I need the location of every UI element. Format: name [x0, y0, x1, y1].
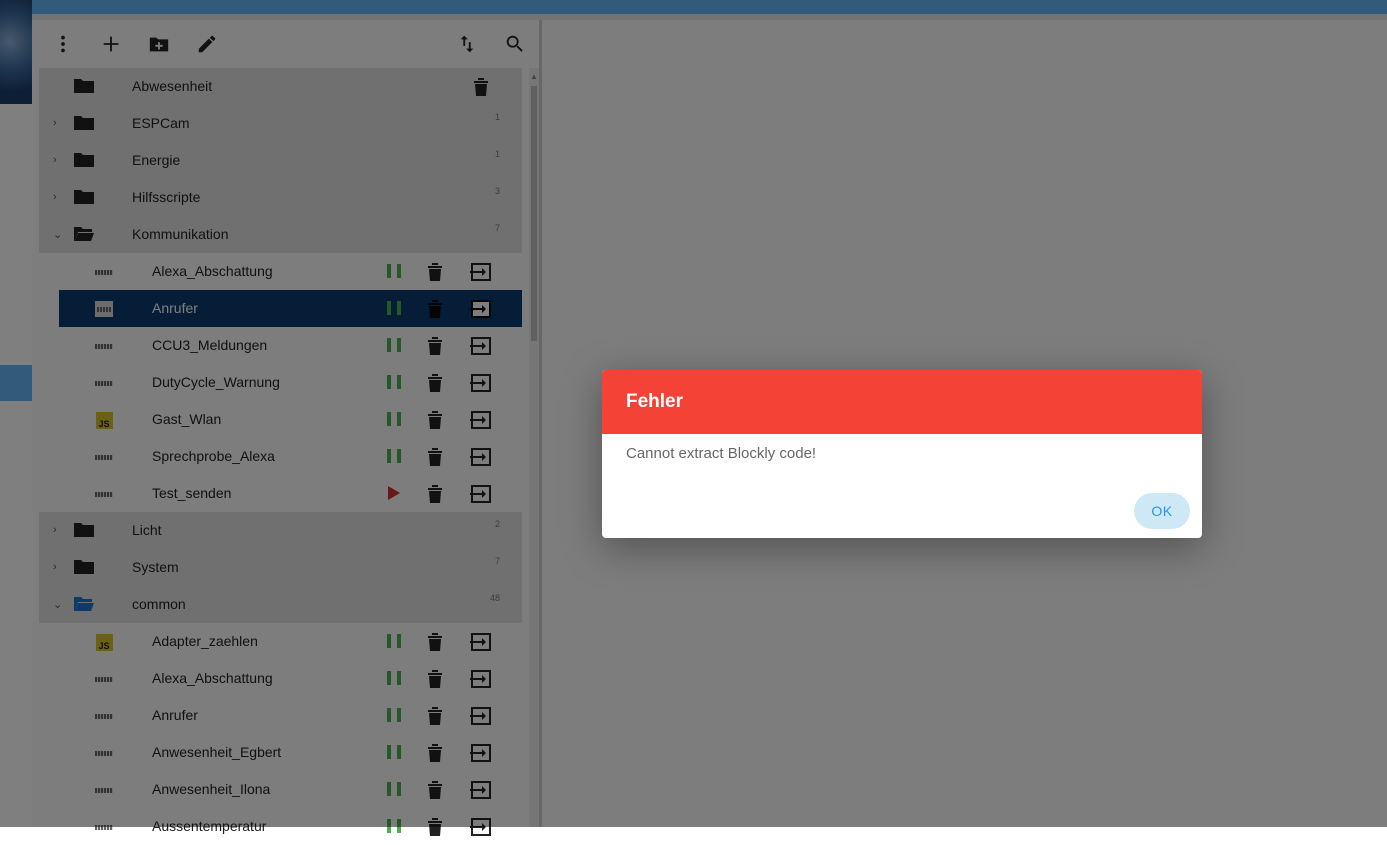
- ok-button[interactable]: OK: [1134, 493, 1190, 529]
- error-dialog: Fehler Cannot extract Blockly code! OK: [602, 370, 1202, 538]
- dialog-message: Cannot extract Blockly code!: [626, 445, 817, 462]
- dialog-header: Fehler: [602, 370, 1202, 434]
- dialog-title: Fehler: [626, 391, 684, 412]
